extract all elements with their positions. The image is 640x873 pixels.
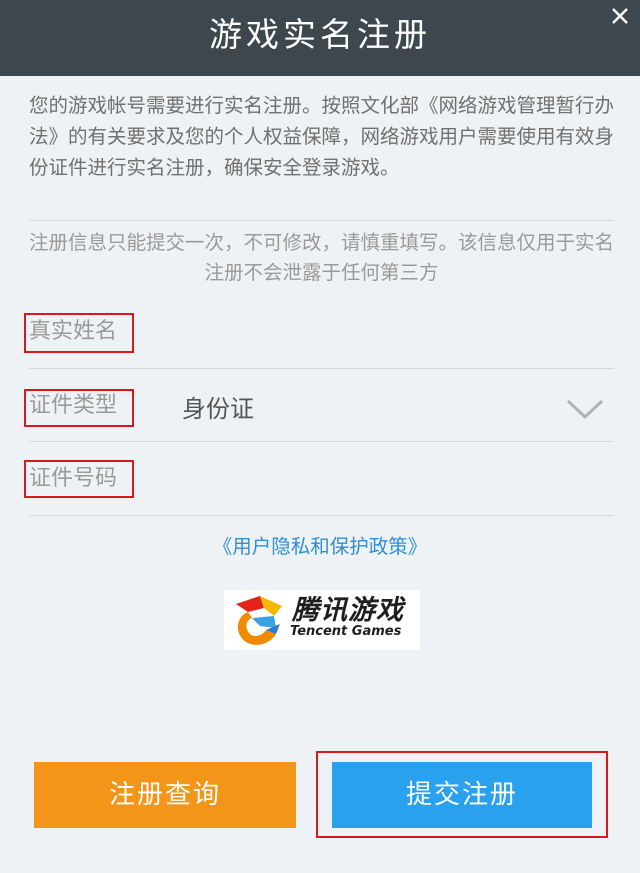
notice-text: 注册信息只能提交一次，不可修改，请慎重填写。该信息仅用于实名注册不会泄露于任何第… bbox=[29, 231, 615, 284]
logo-text-cn: 腾讯游戏 bbox=[292, 595, 404, 626]
page-title: 游戏实名注册 bbox=[209, 15, 431, 54]
divider bbox=[29, 220, 614, 221]
intro-text: 您的游戏帐号需要进行实名注册。按照文化部《网络游戏管理暂行办法》的有关要求及您的… bbox=[29, 94, 615, 179]
privacy-policy-link[interactable]: 《用户隐私和保护政策》 bbox=[0, 532, 640, 562]
tencent-games-logo: 腾讯游戏 Tencent Games bbox=[224, 590, 420, 650]
real-name-highlight bbox=[24, 313, 134, 353]
tencent-games-logo-icon bbox=[236, 596, 282, 645]
real-name-input[interactable] bbox=[149, 296, 613, 370]
id-number-highlight bbox=[24, 460, 134, 498]
logo-text-en: Tencent Games bbox=[290, 624, 402, 639]
id-number-input[interactable] bbox=[149, 442, 613, 516]
submit-registration-button[interactable]: 提交注册 bbox=[332, 762, 592, 828]
id-type-highlight bbox=[24, 389, 134, 427]
registration-query-button[interactable]: 注册查询 bbox=[34, 762, 296, 828]
close-icon[interactable] bbox=[608, 4, 632, 28]
divider bbox=[29, 515, 614, 516]
id-type-select[interactable]: 身份证 bbox=[182, 394, 254, 424]
chevron-down-icon[interactable] bbox=[566, 398, 604, 420]
